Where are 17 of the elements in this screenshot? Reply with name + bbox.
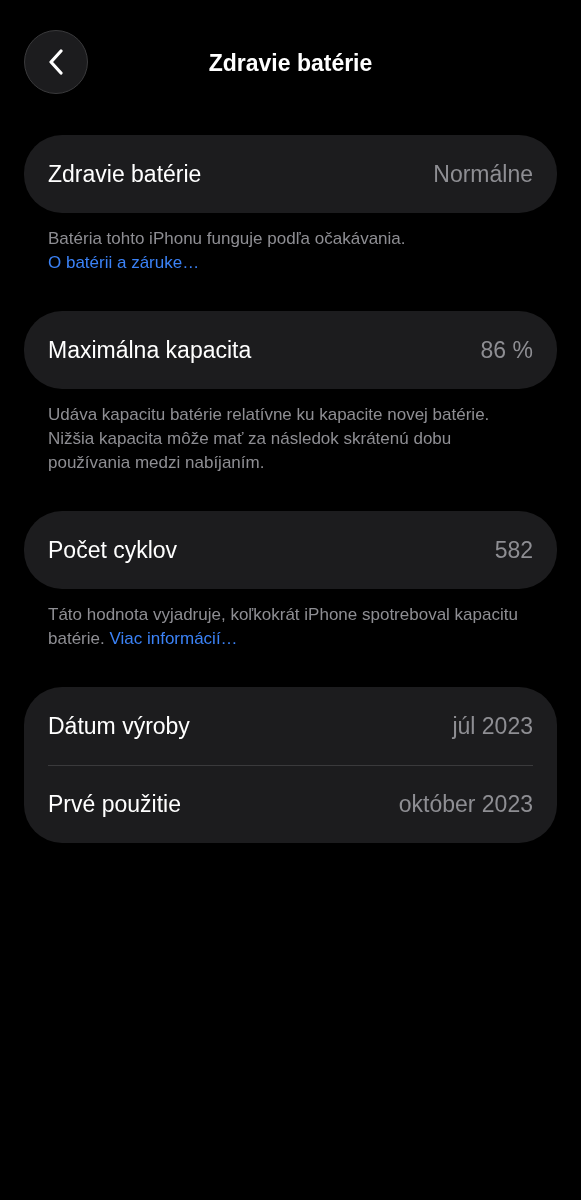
row-label: Dátum výroby: [48, 711, 190, 741]
info-link[interactable]: O batérii a záruke…: [48, 253, 200, 272]
row-value: júl 2023: [452, 711, 533, 741]
footer-text: Batéria tohto iPhonu funguje podľa očakávania. O batérii a záruke…: [48, 228, 407, 274]
row-value: 86 %: [480, 335, 533, 365]
screen-title: Zdravie batérie: [208, 50, 373, 76]
row-value: 582: [494, 535, 533, 565]
row-value: Normálne: [433, 159, 533, 189]
back-icon: [48, 49, 64, 75]
row-label: Počet cyklov: [48, 535, 178, 565]
row-value: október 2023: [398, 790, 533, 820]
footer-text: Táto hodnota vyjadruje, koľkokrát iPhone spotreboval kapacitu batérie. Viac informácií…: [48, 604, 519, 650]
row-label: Maximálna kapacita: [48, 335, 252, 365]
row-label: Zdravie batérie: [48, 159, 202, 189]
info-link[interactable]: Viac informácií…: [109, 629, 238, 648]
row-label: Prvé použitie: [48, 790, 181, 820]
footer-text: Udáva kapacitu batérie relatívne ku kapacite novej batérie. Nižšia kapacita môže mať za následok skrátenú dobu používania medzi nabíjaním.: [48, 404, 491, 474]
